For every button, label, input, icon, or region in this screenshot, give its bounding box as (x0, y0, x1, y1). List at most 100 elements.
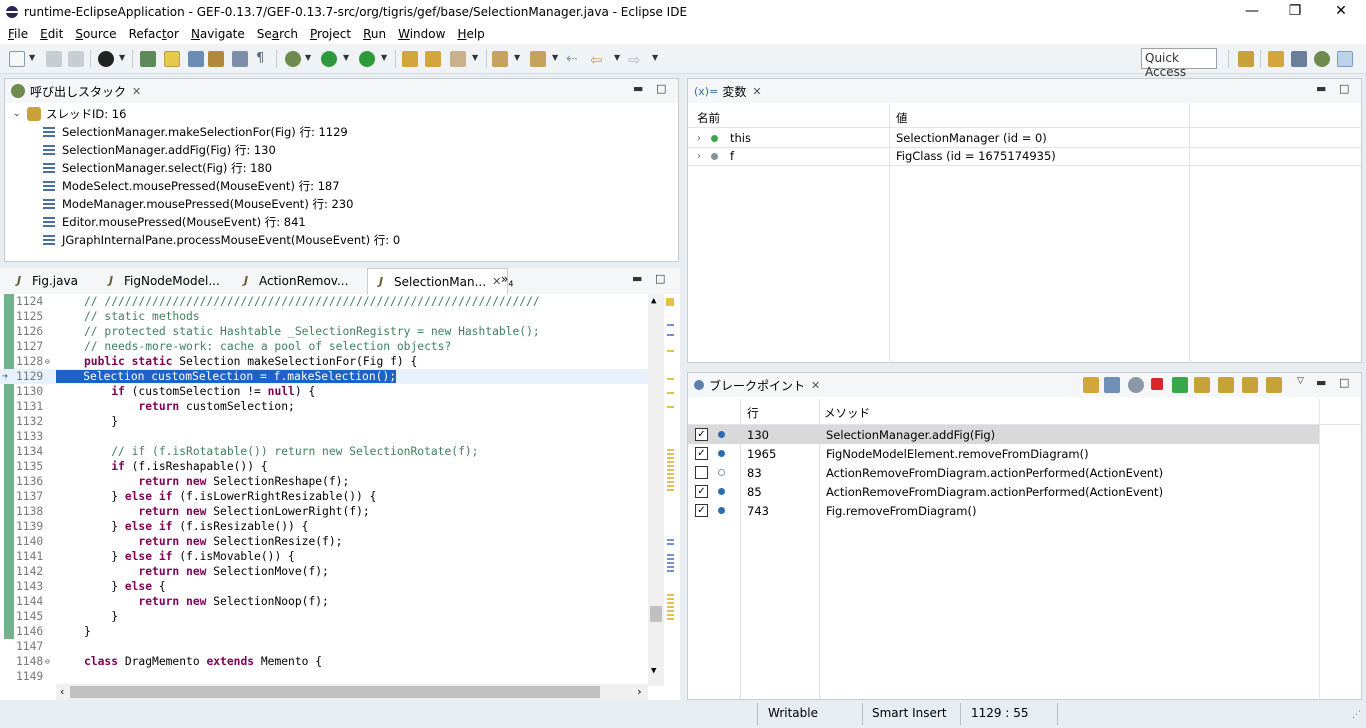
menu-item[interactable]: File (2, 27, 34, 41)
menu-item[interactable]: Edit (34, 27, 69, 41)
scrollbar-thumb[interactable] (650, 606, 662, 622)
breakpoint-checkbox[interactable] (695, 466, 708, 479)
code-line[interactable]: 1149 (0, 669, 648, 684)
fold-icon[interactable]: ⊖ (45, 354, 50, 369)
back-icon[interactable]: ⇦ (590, 51, 606, 69)
last-edit-icon[interactable]: ⇠ (566, 51, 582, 67)
code-line[interactable]: 1135 if (f.isReshapable()) { (0, 459, 648, 474)
stack-frame-row[interactable]: JGraphInternalPane.processMouseEvent(Mou… (43, 231, 400, 249)
status-insert-mode[interactable]: Smart Insert (872, 706, 947, 720)
breakpoint-checkbox[interactable]: ✓ (695, 504, 708, 517)
stack-frame-row[interactable]: Editor.mousePressed(MouseEvent) 行: 841 (43, 213, 306, 231)
close-button[interactable]: ✕ (1318, 0, 1364, 24)
search-tool-icon[interactable] (450, 51, 466, 67)
chevron-right-icon[interactable]: › (697, 133, 711, 144)
maximize-view-icon[interactable]: □ (656, 82, 666, 95)
expand-all-icon[interactable] (1194, 377, 1210, 393)
breakpoint-row[interactable]: ✓ 1965 FigNodeModelElement.removeFromDiagr… (688, 444, 1319, 463)
tab-breakpoints[interactable]: ブレークポイント ✕ (688, 373, 826, 397)
code-line[interactable]: 1148 ⊖ class DragMemento extends Memento { (0, 654, 648, 669)
overview-marker-group[interactable] (667, 594, 674, 622)
run-external-icon[interactable] (359, 51, 375, 67)
chevron-down-icon[interactable]: ▼ (652, 53, 658, 62)
breakpoint-checkbox[interactable]: ✓ (695, 428, 708, 441)
perspective-icon[interactable] (1238, 51, 1254, 67)
code-line[interactable]: 1143 } else { (0, 579, 648, 594)
stack-frame-row[interactable]: SelectionManager.makeSelectionFor(Fig) 行… (43, 123, 348, 141)
link-icon[interactable] (1242, 377, 1258, 393)
chevron-down-icon[interactable]: ▼ (614, 53, 620, 62)
breakpoint-row[interactable]: ✓ 130 SelectionManager.addFig(Fig) (688, 425, 1319, 444)
open-type-icon[interactable] (425, 51, 441, 67)
scroll-up-icon[interactable]: ▲ (651, 296, 656, 306)
quick-access-input[interactable]: Quick Access (1141, 48, 1217, 79)
code-line[interactable]: 1136 return new SelectionReshape(f); (0, 474, 648, 489)
editor-tab[interactable]: J Fig.java (6, 268, 84, 294)
column-header-line[interactable]: 行 (747, 405, 759, 421)
forward-icon[interactable]: ⇨ (628, 51, 644, 69)
debug-perspective-icon[interactable] (1314, 51, 1330, 67)
code-line[interactable]: 1129 ➔ Selection customSelection = f.make… (0, 369, 648, 384)
column-header-name[interactable]: 名前 (697, 110, 720, 126)
menu-item[interactable]: Window (392, 27, 451, 41)
skip-all-icon[interactable] (1266, 377, 1282, 393)
debug-icon[interactable] (285, 51, 301, 67)
java-perspective-icon[interactable] (1268, 51, 1284, 67)
chevron-down-icon[interactable]: ▼ (514, 53, 520, 62)
open-folder-icon[interactable] (402, 51, 418, 67)
code-line[interactable]: 1144 return new SelectionNoop(f); (0, 594, 648, 609)
status-cursor-position[interactable]: 1129 : 55 (971, 706, 1028, 720)
overview-marker[interactable] (667, 324, 674, 326)
tab-callstack[interactable]: 呼び出しスタック ✕ (5, 79, 147, 103)
scroll-down-icon[interactable]: ▼ (651, 666, 656, 676)
vertical-scrollbar[interactable]: ▲ ▼ (648, 294, 664, 686)
collapse-all-icon[interactable] (1218, 377, 1234, 393)
close-icon[interactable]: ✕ (811, 379, 820, 392)
code-line[interactable]: 1147 (0, 639, 648, 654)
highlight-icon[interactable] (164, 51, 180, 67)
git-perspective-icon[interactable] (1291, 51, 1307, 67)
chevron-down-icon[interactable]: ▼ (343, 53, 349, 62)
menu-item[interactable]: Source (69, 27, 122, 41)
remove-breakpoint-icon[interactable] (1151, 378, 1163, 390)
editor-tab[interactable]: J ActionRemov... (233, 268, 354, 294)
code-line[interactable]: 1131 return customSelection; (0, 399, 648, 414)
breakpoint-row[interactable]: 83 ActionRemoveFromDiagram.actionPerforme… (688, 463, 1319, 482)
tab-variables[interactable]: (x)= 変数 ✕ (688, 79, 768, 103)
chevron-right-icon[interactable]: › (697, 151, 711, 162)
code-line[interactable]: 1137 } else if (f.isLowerRightResizable(… (0, 489, 648, 504)
menu-item[interactable]: Navigate (185, 27, 251, 41)
menu-item[interactable]: Run (357, 27, 392, 41)
column-header-method[interactable]: メソッド (824, 405, 870, 421)
overflow-tabs-button[interactable]: »4 (501, 272, 513, 288)
show-supported-icon[interactable] (1083, 377, 1099, 393)
restore-button[interactable]: ❐ (1272, 0, 1318, 24)
breakpoint-row[interactable]: ✓ 743 Fig.removeFromDiagram() (688, 501, 1319, 520)
breakpoint-checkbox[interactable]: ✓ (695, 485, 708, 498)
code-line[interactable]: 1125 // static methods (0, 309, 648, 324)
minimize-view-icon[interactable]: ▬ (1316, 376, 1326, 389)
layout-perspective-icon[interactable] (1337, 51, 1353, 67)
maximize-view-icon[interactable]: □ (1339, 376, 1349, 389)
code-line[interactable]: 1139 } else if (f.isResizable()) { (0, 519, 648, 534)
overview-marker-group[interactable] (667, 554, 674, 574)
overview-marker[interactable] (666, 298, 674, 306)
link-icon[interactable] (208, 51, 224, 67)
chevron-down-icon[interactable]: ▼ (552, 53, 558, 62)
menu-item[interactable]: Help (451, 27, 490, 41)
code-line[interactable]: 1132 } (0, 414, 648, 429)
close-icon[interactable]: ✕ (492, 275, 501, 288)
overview-marker[interactable] (667, 350, 674, 352)
skip-breakpoints-icon[interactable] (140, 51, 156, 67)
scroll-left-icon[interactable]: ‹ (59, 685, 66, 698)
prev-annotation-icon[interactable] (530, 51, 546, 67)
new-icon[interactable] (9, 51, 25, 67)
code-line[interactable]: 1127 // needs-more-work: cache a pool of … (0, 339, 648, 354)
maximize-view-icon[interactable]: □ (1339, 82, 1349, 95)
java-exception-icon[interactable] (1128, 377, 1144, 393)
stack-frame-row[interactable]: ModeManager.mousePressed(MouseEvent) 行: … (43, 195, 353, 213)
minimize-view-icon[interactable]: ▬ (1316, 82, 1326, 95)
fold-icon[interactable]: ⊖ (45, 654, 50, 669)
chevron-down-icon[interactable]: ▼ (381, 53, 387, 62)
code-line[interactable]: 1133 (0, 429, 648, 444)
